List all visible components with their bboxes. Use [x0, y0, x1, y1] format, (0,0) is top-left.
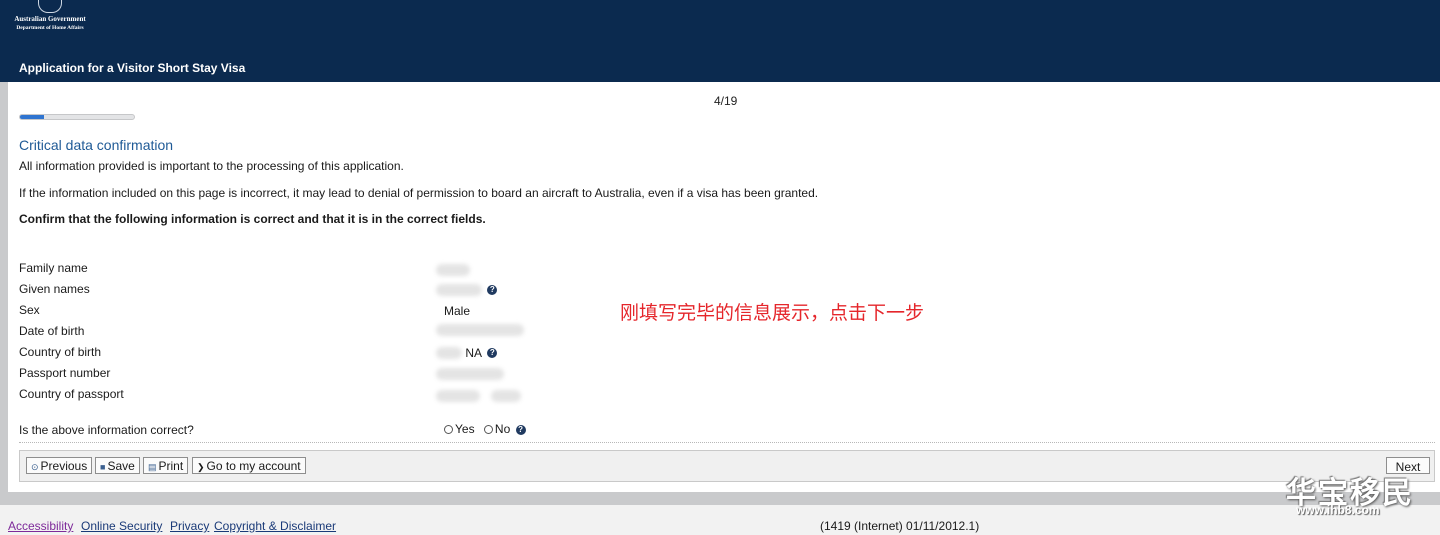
yes-radio[interactable]	[444, 425, 453, 435]
sex-value: Male	[444, 303, 471, 318]
passport-number-label: Passport number	[19, 366, 111, 380]
chevron-right-icon: ❯	[197, 462, 205, 472]
privacy-link[interactable]: Privacy	[170, 519, 209, 533]
country-of-birth-value: NA ?	[436, 345, 498, 360]
help-icon[interactable]: ?	[487, 347, 498, 358]
redacted-value	[436, 283, 482, 296]
redacted-value	[436, 346, 462, 359]
passport-number-value	[436, 366, 504, 380]
header-bar: Australian Government Department of Home…	[0, 0, 1440, 82]
section-title: Critical data confirmation	[19, 137, 174, 153]
footer: Accessibility Online Security Privacy Co…	[0, 505, 1440, 535]
confirm-instruction: Confirm that the following information i…	[19, 212, 486, 226]
go-to-account-button[interactable]: ❯ Go to my account	[192, 457, 306, 474]
info-paragraph-1: All information provided is important to…	[19, 159, 404, 173]
country-of-passport-label: Country of passport	[19, 387, 124, 401]
arrow-left-icon: ⊙	[31, 462, 39, 472]
help-icon[interactable]: ?	[487, 284, 498, 295]
no-radio[interactable]	[483, 425, 493, 435]
divider	[19, 442, 1435, 443]
action-toolbar: ⊙ Previous ■ Save ▤ Print ❯ Go to my account…	[19, 450, 1435, 482]
progress-bar	[19, 114, 135, 120]
main-panel: 4/19 Critical data confirmation All info…	[8, 82, 1440, 492]
application-title: Application for a Visitor Short Stay Vis…	[19, 61, 246, 75]
save-button[interactable]: ■ Save	[95, 457, 140, 474]
confirmation-radio-group: Yes No ?	[444, 422, 526, 436]
redacted-value	[436, 263, 470, 276]
redacted-value	[491, 389, 522, 402]
version-info: (1419 (Internet) 01/11/2012.1)	[820, 519, 980, 533]
confirmation-question: Is the above information correct?	[19, 423, 194, 437]
help-icon[interactable]: ?	[515, 424, 526, 435]
previous-button[interactable]: ⊙ Previous	[26, 457, 93, 474]
printer-icon: ▤	[148, 462, 157, 472]
annotation-text: 刚填写完毕的信息展示，点击下一步	[620, 302, 925, 324]
watermark-url: www.ihb8.com	[1296, 503, 1380, 517]
yes-label[interactable]: Yes	[455, 422, 475, 436]
sex-label: Sex	[19, 303, 40, 317]
crest-icon	[38, 0, 62, 13]
info-paragraph-2: If the information included on this page…	[19, 186, 819, 200]
logo-line-1: Australian Government	[14, 15, 86, 23]
save-icon: ■	[100, 462, 106, 472]
redacted-value	[436, 323, 524, 336]
date-of-birth-label: Date of birth	[19, 324, 85, 338]
date-of-birth-value	[436, 322, 524, 336]
given-names-label: Given names	[19, 282, 90, 296]
progress-fill	[20, 115, 44, 119]
given-names-value: ?	[436, 282, 498, 296]
print-button[interactable]: ▤ Print	[143, 457, 189, 474]
redacted-value	[436, 389, 480, 402]
redacted-value	[436, 367, 504, 380]
country-of-birth-label: Country of birth	[19, 345, 102, 359]
family-name-label: Family name	[19, 261, 88, 275]
family-name-value	[436, 262, 470, 276]
logo-line-2: Department of Home Affairs	[16, 25, 84, 31]
country-of-passport-value	[436, 388, 522, 402]
government-logo: Australian Government Department of Home…	[4, 0, 96, 46]
accessibility-link[interactable]: Accessibility	[8, 519, 73, 533]
no-label[interactable]: No	[495, 422, 510, 436]
online-security-link[interactable]: Online Security	[81, 519, 162, 533]
copyright-disclaimer-link[interactable]: Copyright & Disclaimer	[214, 519, 336, 533]
step-counter: 4/19	[714, 94, 738, 108]
